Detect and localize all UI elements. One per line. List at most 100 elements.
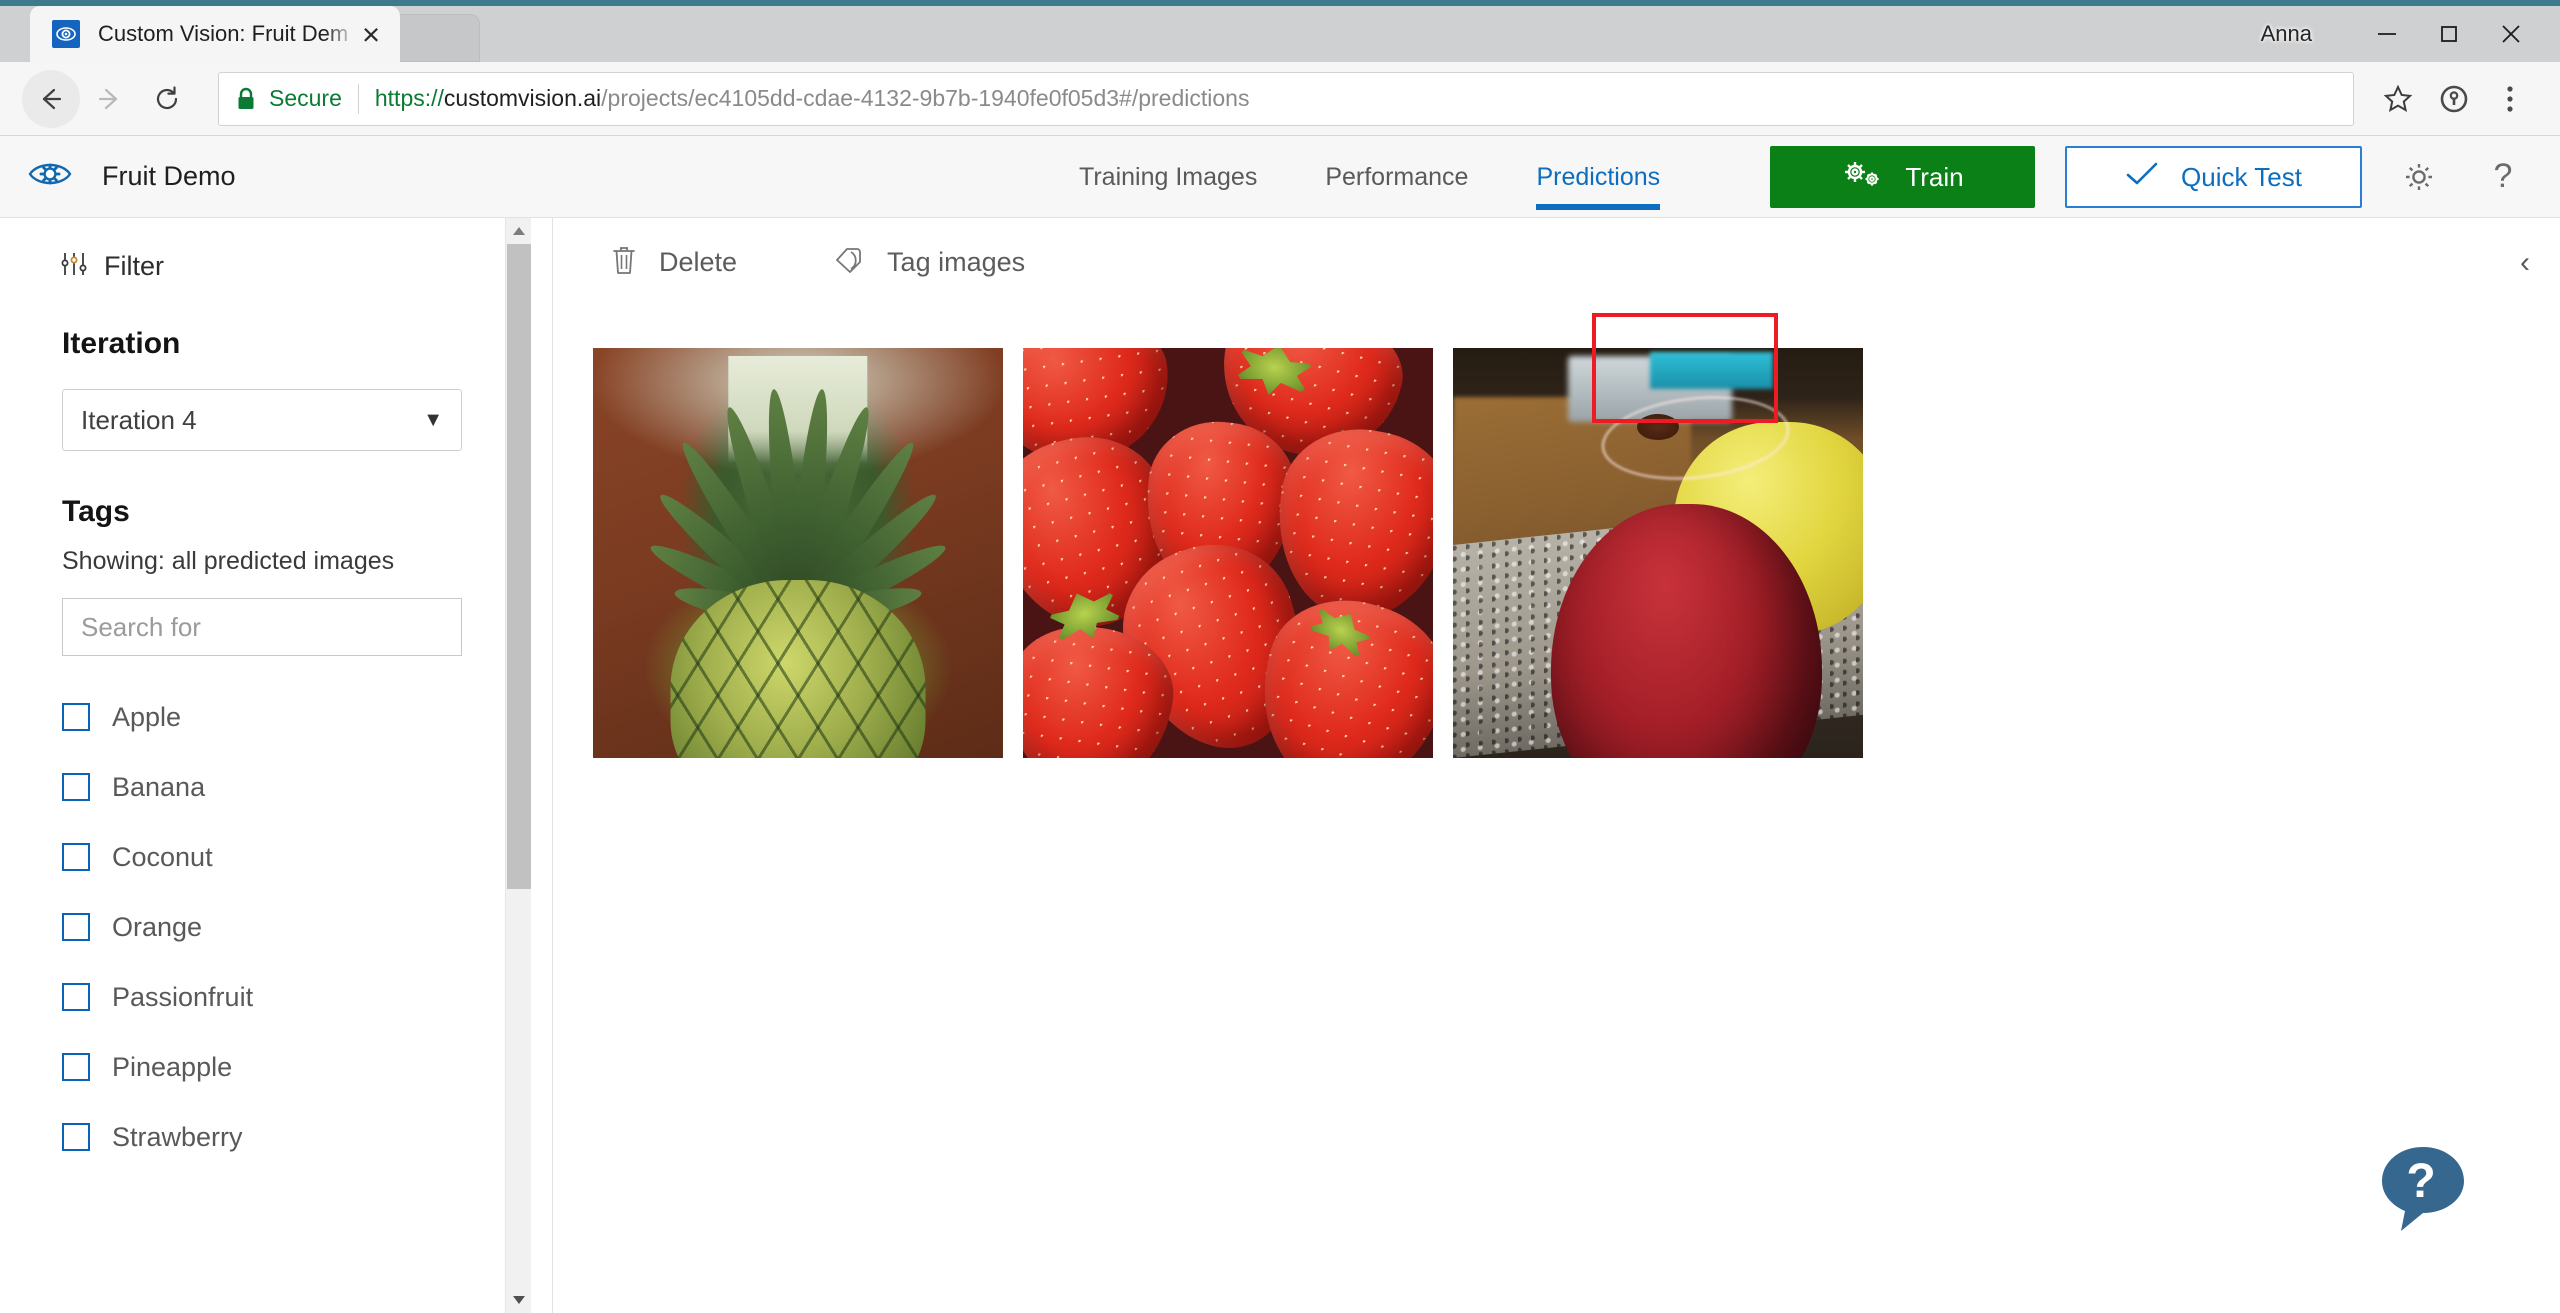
iteration-select[interactable]: Iteration 4 ▼ (62, 389, 462, 451)
checkbox[interactable] (62, 1053, 90, 1081)
scroll-up-arrow-icon[interactable] (506, 218, 531, 244)
prediction-image-card[interactable] (593, 348, 1003, 758)
forward-arrow-icon[interactable] (80, 70, 138, 128)
custom-vision-app: Fruit Demo Training Images Performance P… (0, 136, 2560, 1313)
tag-label: Strawberry (112, 1121, 243, 1152)
apple-image (1453, 348, 1863, 758)
url-path: /projects/ec4105dd-cdae-4132-9b7b-1940fe… (601, 85, 1250, 111)
tag-label: Pineapple (112, 1051, 233, 1082)
security-label: Secure (269, 85, 342, 111)
predictions-toolbar: Delete Tag images ‹ (553, 218, 2560, 306)
url-scheme: https:// (374, 85, 444, 111)
tag-item-coconut[interactable]: Coconut (62, 822, 552, 892)
tag-label: Passionfruit (112, 981, 254, 1012)
gear-icon[interactable] (2384, 142, 2454, 212)
browser-toolbar: Secure https://customvision.ai/projects/… (0, 62, 2560, 136)
sliders-icon (60, 250, 88, 283)
tag-item-orange[interactable]: Orange (62, 892, 552, 962)
custom-vision-eye-gear-icon (28, 158, 72, 195)
strawberries-image (1023, 348, 1433, 758)
close-icon[interactable] (2480, 6, 2542, 62)
gears-icon (1841, 158, 1883, 197)
scrollbar-thumb[interactable] (507, 244, 531, 889)
checkbox[interactable] (62, 1123, 90, 1151)
train-button[interactable]: Train (1770, 146, 2035, 208)
tag-images-button[interactable]: Tag images (803, 232, 1055, 292)
predictions-panel: Delete Tag images ‹ ? (553, 218, 2560, 1313)
tag-item-passionfruit[interactable]: Passionfruit (62, 962, 552, 1032)
checkbox[interactable] (62, 703, 90, 731)
star-icon[interactable] (2370, 71, 2426, 127)
iteration-heading: Iteration (62, 327, 181, 360)
pineapple-image (593, 348, 1003, 758)
address-bar[interactable]: Secure https://customvision.ai/projects/… (218, 71, 2354, 126)
filter-sidebar: Filter Iteration Iteration 4 ▼ Tags Show… (0, 218, 553, 1313)
filter-label: Filter (104, 251, 164, 281)
chevron-down-icon: ▼ (423, 408, 443, 431)
tab-training-images[interactable]: Training Images (1045, 136, 1291, 218)
search-input[interactable] (81, 611, 443, 643)
tag-item-apple[interactable]: Apple (62, 682, 552, 752)
tab-label: Training Images (1079, 162, 1258, 191)
browser-tab[interactable]: Custom Vision: Fruit Dem (30, 6, 400, 62)
iteration-select-wrap: Iteration 4 ▼ (0, 361, 552, 451)
browser-profile-label[interactable]: Anna (2261, 21, 2312, 47)
minimize-icon[interactable] (2356, 6, 2418, 62)
prediction-image-card[interactable] (1023, 348, 1433, 758)
app-header: Fruit Demo Training Images Performance P… (0, 136, 2560, 423)
tag-label: Coconut (112, 841, 213, 872)
quick-test-button[interactable]: Quick Test (2065, 146, 2362, 208)
svg-text:?: ? (2494, 158, 2513, 195)
checkbox[interactable] (62, 843, 90, 871)
tab-performance[interactable]: Performance (1291, 136, 1502, 218)
question-mark-icon[interactable]: ? (2468, 142, 2538, 212)
app-brand[interactable]: Fruit Demo (0, 158, 236, 195)
tag-item-banana[interactable]: Banana (62, 752, 552, 822)
url-host: customvision.ai (443, 85, 602, 111)
lock-icon (235, 87, 257, 111)
tag-checkbox-list: Apple Banana Coconut Orange Passionfruit… (0, 656, 552, 1172)
tags-heading: Tags (62, 495, 130, 528)
sidebar-scrollbar[interactable] (505, 218, 531, 1313)
tag-label: Banana (112, 771, 206, 802)
checkbox[interactable] (62, 913, 90, 941)
checkbox[interactable] (62, 983, 90, 1011)
tab-predictions[interactable]: Predictions (1502, 136, 1694, 218)
new-tab-button[interactable] (388, 14, 480, 62)
iteration-selected-value: Iteration 4 (81, 404, 197, 435)
tags-showing-text: Showing: all predicted images (62, 547, 395, 575)
app-body: Filter Iteration Iteration 4 ▼ Tags Show… (0, 218, 2560, 1313)
train-button-label: Train (1905, 161, 1964, 192)
1password-icon[interactable] (2426, 71, 2482, 127)
chevron-left-icon[interactable]: ‹ (2520, 248, 2530, 278)
tag-item-strawberry[interactable]: Strawberry (62, 1102, 552, 1172)
help-chat-bubble-icon[interactable]: ? (2374, 1139, 2472, 1237)
maximize-icon[interactable] (2418, 6, 2480, 62)
browser-window: Custom Vision: Fruit Dem Anna (0, 0, 2560, 1313)
delete-button[interactable]: Delete (581, 232, 767, 292)
trash-icon (611, 245, 637, 280)
tab-label: Performance (1325, 162, 1469, 191)
checkbox[interactable] (62, 773, 90, 801)
browser-titlebar: Custom Vision: Fruit Dem Anna (0, 0, 2560, 62)
tag-item-pineapple[interactable]: Pineapple (62, 1032, 552, 1102)
three-dot-menu-icon[interactable] (2482, 71, 2538, 127)
delete-label: Delete (659, 246, 738, 277)
scroll-down-arrow-icon[interactable] (506, 1287, 532, 1313)
window-controls: Anna (2261, 6, 2560, 62)
tag-search-wrap (0, 576, 552, 656)
back-arrow-icon[interactable] (22, 69, 80, 128)
tag-icon (833, 245, 865, 280)
prediction-image-grid (553, 306, 2560, 758)
app-header-actions: Train Quick Test ? (1770, 136, 2560, 218)
filter-header[interactable]: Filter (0, 218, 552, 283)
tag-label: Apple (112, 701, 182, 732)
custom-vision-eye-icon (52, 20, 80, 48)
prediction-image-card[interactable] (1453, 348, 1863, 758)
reload-icon[interactable] (138, 70, 196, 128)
tab-close-icon[interactable] (356, 19, 386, 49)
svg-text:?: ? (2406, 1155, 2435, 1208)
tab-label: Predictions (1536, 162, 1661, 191)
omnibox-divider (357, 83, 359, 114)
tag-search-box[interactable] (62, 598, 462, 656)
